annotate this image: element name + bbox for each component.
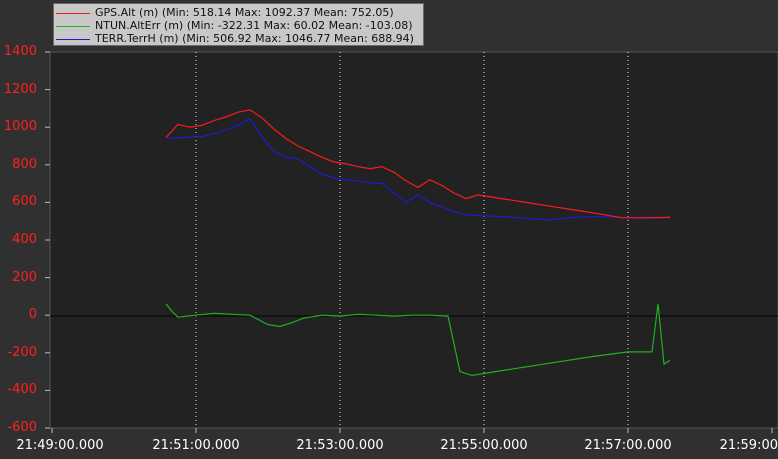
chart-window: 1400 1200 1000 800 600 400 200 0 -200 -400 -600 21… bbox=[0, 0, 778, 459]
legend: GPS.Alt (m) (Min: 518.14 Max: 1092.37 Me… bbox=[53, 3, 424, 46]
y-tick-label: 200 bbox=[12, 269, 37, 285]
legend-swatch-terr-terrh bbox=[56, 38, 90, 40]
x-tick-label: 21:57:00.000 bbox=[584, 438, 672, 453]
y-tick-label: -600 bbox=[7, 420, 37, 435]
legend-item-gps-alt: GPS.Alt (m) (Min: 518.14 Max: 1092.37 Me… bbox=[56, 6, 394, 20]
y-tick-label: 0 bbox=[28, 307, 37, 323]
y-tick-label: -200 bbox=[7, 344, 37, 360]
y-tick-label: -400 bbox=[7, 382, 37, 398]
legend-label-ntun-alterr: NTUN.AltErr (m) (Min: -322.31 Max: 60.02… bbox=[95, 19, 413, 32]
x-tick-label: 21:59:00 bbox=[719, 438, 778, 453]
x-tick-label: 21:51:00.000 bbox=[152, 438, 240, 453]
plot-area bbox=[49, 51, 778, 429]
legend-swatch-gps-alt bbox=[56, 12, 90, 14]
legend-label-terr-terrh: TERR.TerrH (m) (Min: 506.92 Max: 1046.77… bbox=[95, 32, 414, 45]
y-tick-label: 1400 bbox=[3, 44, 37, 59]
legend-item-terr-terrh: TERR.TerrH (m) (Min: 506.92 Max: 1046.77… bbox=[56, 32, 414, 46]
x-tick-label: 21:49:00.000 bbox=[16, 438, 104, 453]
legend-label-gps-alt: GPS.Alt (m) (Min: 518.14 Max: 1092.37 Me… bbox=[95, 6, 394, 19]
x-tick-label: 21:53:00.000 bbox=[296, 438, 384, 453]
y-tick-label: 400 bbox=[12, 232, 37, 247]
y-tick-label: 1200 bbox=[3, 81, 37, 97]
y-tick-label: 800 bbox=[12, 156, 37, 172]
legend-swatch-ntun-alterr bbox=[56, 25, 90, 27]
y-tick-label: 1000 bbox=[3, 119, 37, 135]
legend-item-ntun-alterr: NTUN.AltErr (m) (Min: -322.31 Max: 60.02… bbox=[56, 19, 413, 33]
y-tick-label: 600 bbox=[12, 194, 37, 210]
line-chart bbox=[45, 51, 778, 433]
x-tick-label: 21:55:00.000 bbox=[440, 438, 528, 453]
